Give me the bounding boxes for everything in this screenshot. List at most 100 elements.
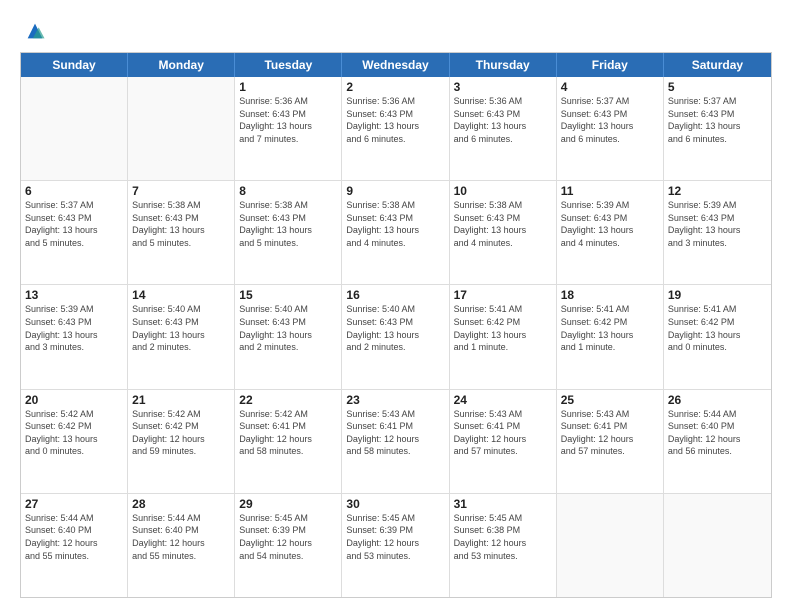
day-number: 19 <box>668 288 767 302</box>
day-info: Sunrise: 5:43 AM Sunset: 6:41 PM Dayligh… <box>561 408 659 458</box>
calendar-day-24: 24Sunrise: 5:43 AM Sunset: 6:41 PM Dayli… <box>450 390 557 493</box>
calendar-day-7: 7Sunrise: 5:38 AM Sunset: 6:43 PM Daylig… <box>128 181 235 284</box>
calendar-day-4: 4Sunrise: 5:37 AM Sunset: 6:43 PM Daylig… <box>557 77 664 180</box>
day-number: 17 <box>454 288 552 302</box>
calendar-day-20: 20Sunrise: 5:42 AM Sunset: 6:42 PM Dayli… <box>21 390 128 493</box>
day-number: 20 <box>25 393 123 407</box>
header-day-wednesday: Wednesday <box>342 53 449 77</box>
calendar-day-27: 27Sunrise: 5:44 AM Sunset: 6:40 PM Dayli… <box>21 494 128 597</box>
calendar-day-15: 15Sunrise: 5:40 AM Sunset: 6:43 PM Dayli… <box>235 285 342 388</box>
day-info: Sunrise: 5:38 AM Sunset: 6:43 PM Dayligh… <box>239 199 337 249</box>
calendar-day-28: 28Sunrise: 5:44 AM Sunset: 6:40 PM Dayli… <box>128 494 235 597</box>
calendar-day-19: 19Sunrise: 5:41 AM Sunset: 6:42 PM Dayli… <box>664 285 771 388</box>
header-day-friday: Friday <box>557 53 664 77</box>
calendar-day-22: 22Sunrise: 5:42 AM Sunset: 6:41 PM Dayli… <box>235 390 342 493</box>
header <box>20 18 772 42</box>
day-info: Sunrise: 5:37 AM Sunset: 6:43 PM Dayligh… <box>561 95 659 145</box>
day-info: Sunrise: 5:39 AM Sunset: 6:43 PM Dayligh… <box>668 199 767 249</box>
calendar-day-12: 12Sunrise: 5:39 AM Sunset: 6:43 PM Dayli… <box>664 181 771 284</box>
calendar-empty-cell <box>21 77 128 180</box>
calendar-day-26: 26Sunrise: 5:44 AM Sunset: 6:40 PM Dayli… <box>664 390 771 493</box>
day-number: 16 <box>346 288 444 302</box>
calendar-header: SundayMondayTuesdayWednesdayThursdayFrid… <box>21 53 771 77</box>
day-number: 15 <box>239 288 337 302</box>
calendar-day-6: 6Sunrise: 5:37 AM Sunset: 6:43 PM Daylig… <box>21 181 128 284</box>
calendar-day-9: 9Sunrise: 5:38 AM Sunset: 6:43 PM Daylig… <box>342 181 449 284</box>
day-info: Sunrise: 5:42 AM Sunset: 6:42 PM Dayligh… <box>25 408 123 458</box>
day-number: 18 <box>561 288 659 302</box>
day-number: 5 <box>668 80 767 94</box>
calendar-day-3: 3Sunrise: 5:36 AM Sunset: 6:43 PM Daylig… <box>450 77 557 180</box>
calendar-day-18: 18Sunrise: 5:41 AM Sunset: 6:42 PM Dayli… <box>557 285 664 388</box>
calendar-week-1: 1Sunrise: 5:36 AM Sunset: 6:43 PM Daylig… <box>21 77 771 181</box>
day-number: 3 <box>454 80 552 94</box>
day-info: Sunrise: 5:45 AM Sunset: 6:39 PM Dayligh… <box>346 512 444 562</box>
calendar-day-1: 1Sunrise: 5:36 AM Sunset: 6:43 PM Daylig… <box>235 77 342 180</box>
day-info: Sunrise: 5:41 AM Sunset: 6:42 PM Dayligh… <box>668 303 767 353</box>
calendar: SundayMondayTuesdayWednesdayThursdayFrid… <box>20 52 772 598</box>
day-number: 26 <box>668 393 767 407</box>
day-number: 8 <box>239 184 337 198</box>
day-info: Sunrise: 5:45 AM Sunset: 6:39 PM Dayligh… <box>239 512 337 562</box>
day-number: 12 <box>668 184 767 198</box>
calendar-day-29: 29Sunrise: 5:45 AM Sunset: 6:39 PM Dayli… <box>235 494 342 597</box>
calendar-empty-cell <box>664 494 771 597</box>
day-info: Sunrise: 5:37 AM Sunset: 6:43 PM Dayligh… <box>668 95 767 145</box>
day-info: Sunrise: 5:40 AM Sunset: 6:43 PM Dayligh… <box>239 303 337 353</box>
calendar-body: 1Sunrise: 5:36 AM Sunset: 6:43 PM Daylig… <box>21 77 771 597</box>
day-number: 31 <box>454 497 552 511</box>
calendar-week-3: 13Sunrise: 5:39 AM Sunset: 6:43 PM Dayli… <box>21 285 771 389</box>
day-info: Sunrise: 5:36 AM Sunset: 6:43 PM Dayligh… <box>346 95 444 145</box>
calendar-day-17: 17Sunrise: 5:41 AM Sunset: 6:42 PM Dayli… <box>450 285 557 388</box>
day-number: 10 <box>454 184 552 198</box>
day-info: Sunrise: 5:38 AM Sunset: 6:43 PM Dayligh… <box>346 199 444 249</box>
day-info: Sunrise: 5:44 AM Sunset: 6:40 PM Dayligh… <box>25 512 123 562</box>
logo-icon <box>24 20 46 42</box>
day-number: 21 <box>132 393 230 407</box>
day-info: Sunrise: 5:45 AM Sunset: 6:38 PM Dayligh… <box>454 512 552 562</box>
header-day-saturday: Saturday <box>664 53 771 77</box>
calendar-day-11: 11Sunrise: 5:39 AM Sunset: 6:43 PM Dayli… <box>557 181 664 284</box>
day-info: Sunrise: 5:41 AM Sunset: 6:42 PM Dayligh… <box>454 303 552 353</box>
calendar-empty-cell <box>557 494 664 597</box>
day-number: 25 <box>561 393 659 407</box>
calendar-day-31: 31Sunrise: 5:45 AM Sunset: 6:38 PM Dayli… <box>450 494 557 597</box>
day-info: Sunrise: 5:42 AM Sunset: 6:42 PM Dayligh… <box>132 408 230 458</box>
day-number: 9 <box>346 184 444 198</box>
day-info: Sunrise: 5:42 AM Sunset: 6:41 PM Dayligh… <box>239 408 337 458</box>
calendar-day-14: 14Sunrise: 5:40 AM Sunset: 6:43 PM Dayli… <box>128 285 235 388</box>
day-number: 24 <box>454 393 552 407</box>
calendar-day-23: 23Sunrise: 5:43 AM Sunset: 6:41 PM Dayli… <box>342 390 449 493</box>
day-info: Sunrise: 5:36 AM Sunset: 6:43 PM Dayligh… <box>454 95 552 145</box>
header-day-monday: Monday <box>128 53 235 77</box>
day-number: 23 <box>346 393 444 407</box>
page: SundayMondayTuesdayWednesdayThursdayFrid… <box>0 0 792 612</box>
day-number: 22 <box>239 393 337 407</box>
day-number: 4 <box>561 80 659 94</box>
header-day-sunday: Sunday <box>21 53 128 77</box>
day-number: 27 <box>25 497 123 511</box>
calendar-week-2: 6Sunrise: 5:37 AM Sunset: 6:43 PM Daylig… <box>21 181 771 285</box>
day-info: Sunrise: 5:40 AM Sunset: 6:43 PM Dayligh… <box>132 303 230 353</box>
day-number: 6 <box>25 184 123 198</box>
calendar-empty-cell <box>128 77 235 180</box>
day-info: Sunrise: 5:40 AM Sunset: 6:43 PM Dayligh… <box>346 303 444 353</box>
day-info: Sunrise: 5:43 AM Sunset: 6:41 PM Dayligh… <box>454 408 552 458</box>
day-info: Sunrise: 5:36 AM Sunset: 6:43 PM Dayligh… <box>239 95 337 145</box>
header-day-thursday: Thursday <box>450 53 557 77</box>
calendar-day-21: 21Sunrise: 5:42 AM Sunset: 6:42 PM Dayli… <box>128 390 235 493</box>
day-info: Sunrise: 5:44 AM Sunset: 6:40 PM Dayligh… <box>132 512 230 562</box>
day-info: Sunrise: 5:44 AM Sunset: 6:40 PM Dayligh… <box>668 408 767 458</box>
calendar-day-8: 8Sunrise: 5:38 AM Sunset: 6:43 PM Daylig… <box>235 181 342 284</box>
calendar-week-5: 27Sunrise: 5:44 AM Sunset: 6:40 PM Dayli… <box>21 494 771 597</box>
day-number: 30 <box>346 497 444 511</box>
calendar-day-10: 10Sunrise: 5:38 AM Sunset: 6:43 PM Dayli… <box>450 181 557 284</box>
day-info: Sunrise: 5:39 AM Sunset: 6:43 PM Dayligh… <box>561 199 659 249</box>
day-number: 1 <box>239 80 337 94</box>
day-info: Sunrise: 5:39 AM Sunset: 6:43 PM Dayligh… <box>25 303 123 353</box>
day-number: 14 <box>132 288 230 302</box>
day-info: Sunrise: 5:43 AM Sunset: 6:41 PM Dayligh… <box>346 408 444 458</box>
calendar-day-5: 5Sunrise: 5:37 AM Sunset: 6:43 PM Daylig… <box>664 77 771 180</box>
logo <box>20 18 46 42</box>
day-number: 7 <box>132 184 230 198</box>
